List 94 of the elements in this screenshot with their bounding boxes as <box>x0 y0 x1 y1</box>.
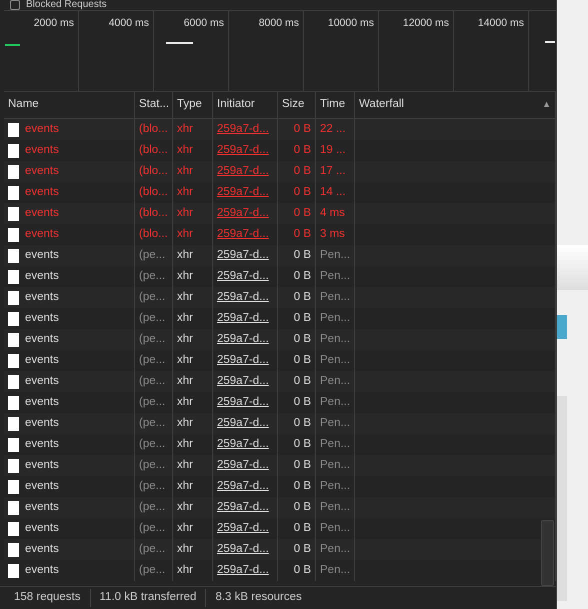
checkbox-label: Blocked Requests <box>26 0 107 10</box>
request-name: events <box>25 142 59 158</box>
initiator-link[interactable]: 259a7-d... <box>217 456 269 474</box>
tick-label: 4000 ms <box>79 11 154 91</box>
file-icon <box>8 312 19 326</box>
file-icon <box>8 438 19 452</box>
request-name: events <box>25 332 59 347</box>
file-icon <box>8 480 19 494</box>
status-text: 11.0 kB transferred <box>90 589 206 607</box>
tick-label: 14000 ms <box>454 11 529 91</box>
file-icon <box>8 228 19 242</box>
file-icon <box>8 374 19 388</box>
initiator-link[interactable]: 259a7-d... <box>217 414 269 432</box>
file-icon <box>8 144 19 158</box>
timeline-mark <box>545 41 555 43</box>
file-icon <box>8 270 19 284</box>
initiator-link[interactable]: 259a7-d... <box>217 540 269 558</box>
request-name: events <box>25 520 59 536</box>
request-name: events <box>25 562 59 578</box>
column-header[interactable]: Stat... <box>135 92 173 118</box>
request-name: events <box>25 478 59 494</box>
status-text: 158 requests <box>14 589 90 607</box>
initiator-link[interactable]: 259a7-d... <box>217 120 269 138</box>
column-header-label: Waterfall <box>359 97 404 112</box>
initiator-link[interactable]: 259a7-d... <box>217 478 269 496</box>
request-name: events <box>25 310 59 326</box>
request-name: events <box>25 416 59 431</box>
tick-label: 12000 ms <box>379 11 454 91</box>
initiator-link[interactable]: 259a7-d... <box>217 268 269 286</box>
checkbox[interactable] <box>10 0 20 10</box>
request-name: events <box>25 352 59 368</box>
request-name: events <box>25 500 59 515</box>
file-icon <box>8 416 19 430</box>
request-name: events <box>25 164 59 179</box>
table-cell: xhr <box>173 560 213 581</box>
tick-label: 8000 ms <box>229 11 304 91</box>
table-cell: 0 B <box>278 560 316 581</box>
sort-icon: ▲ <box>542 98 551 112</box>
file-icon <box>8 500 19 514</box>
file-icon <box>8 186 19 200</box>
initiator-link[interactable]: 259a7-d... <box>217 310 269 328</box>
column-header[interactable]: Waterfall ▲ <box>355 92 556 118</box>
file-icon <box>8 542 19 556</box>
initiator-link[interactable]: 259a7-d... <box>217 226 269 244</box>
initiator-link[interactable]: 259a7-d... <box>217 394 269 412</box>
column-header[interactable]: Initiator <box>213 92 278 118</box>
request-name: events <box>25 122 59 137</box>
initiator-link[interactable]: 259a7-d... <box>217 372 269 390</box>
initiator-link[interactable]: 259a7-d... <box>217 184 269 202</box>
tick-label: 10000 ms <box>304 11 379 91</box>
file-icon <box>8 248 19 262</box>
file-icon <box>8 522 19 536</box>
timeline-mark <box>166 42 193 44</box>
request-name: events <box>25 374 59 389</box>
column-header[interactable]: Size <box>278 92 316 118</box>
initiator-link[interactable]: 259a7-d... <box>217 246 269 264</box>
file-icon <box>8 164 19 178</box>
initiator-link[interactable]: 259a7-d... <box>217 520 269 538</box>
file-icon <box>8 354 19 368</box>
request-name: events <box>25 436 59 452</box>
file-icon <box>8 332 19 346</box>
file-icon <box>8 290 19 304</box>
scrollbar-thumb[interactable] <box>541 520 554 586</box>
initiator-link[interactable]: 259a7-d... <box>217 330 269 348</box>
table-cell: Pen... <box>316 560 355 581</box>
file-icon <box>8 206 19 220</box>
column-header[interactable]: Type <box>173 92 213 118</box>
initiator-link[interactable]: 259a7-d... <box>217 436 269 454</box>
timeline-mark <box>5 44 20 46</box>
request-name: events <box>25 458 59 473</box>
page-header <box>557 245 588 290</box>
column-header[interactable]: Time <box>316 92 355 118</box>
request-name: events <box>25 226 59 242</box>
request-name: events <box>25 394 59 410</box>
request-name: events <box>25 184 59 200</box>
initiator-link[interactable]: 259a7-d... <box>217 498 269 516</box>
status-text: 8.3 kB resources <box>214 590 303 606</box>
initiator-link[interactable]: 259a7-d... <box>217 162 269 180</box>
initiator-link[interactable]: 259a7-d... <box>217 204 269 222</box>
file-icon <box>8 396 19 410</box>
column-header[interactable]: Name <box>4 92 135 118</box>
request-name: events <box>25 268 59 284</box>
file-icon <box>8 122 19 136</box>
file-icon <box>8 564 19 578</box>
request-name: events <box>25 248 59 263</box>
initiator-link[interactable]: 259a7-d... <box>217 352 269 370</box>
request-name: events <box>25 542 59 557</box>
initiator-link[interactable]: 259a7-d... <box>217 142 269 160</box>
initiator-link[interactable]: 259a7-d... <box>217 562 269 580</box>
request-name: events <box>25 206 59 221</box>
table-cell: (pe... <box>135 560 173 581</box>
request-name: events <box>25 290 59 305</box>
file-icon <box>8 458 19 472</box>
initiator-link[interactable]: 259a7-d... <box>217 288 269 306</box>
